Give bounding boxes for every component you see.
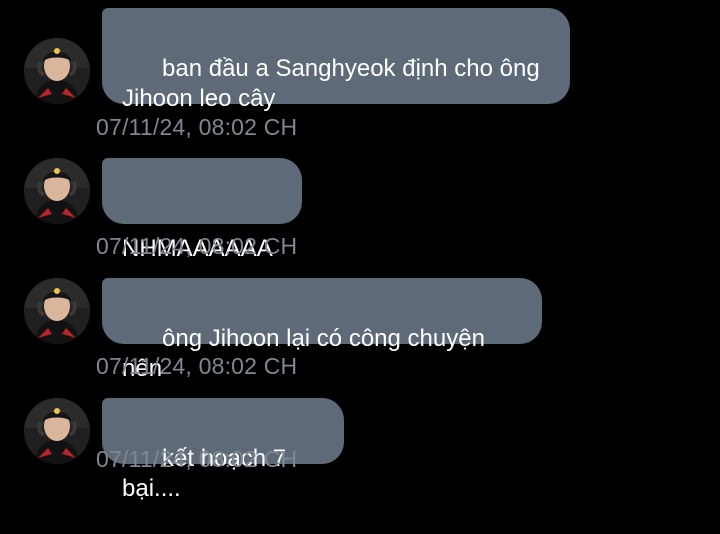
message-timestamp: 07/11/24, 08:02 CH bbox=[96, 114, 298, 140]
message-bubble[interactable]: ban đầu a Sanghyeok định cho ông Jihoon … bbox=[102, 8, 570, 112]
message-bubble[interactable]: ông Jihoon lại có công chuyện nên bbox=[102, 278, 542, 382]
message-timestamp: 07/11/24, 08:02 CH bbox=[96, 446, 298, 472]
message-timestamp: 07/11/24, 08:02 CH bbox=[96, 353, 298, 379]
user-avatar-icon[interactable] bbox=[24, 278, 90, 344]
chat-message-list: ban đầu a Sanghyeok định cho ông Jihoon … bbox=[0, 0, 720, 502]
message-timestamp: 07/11/24, 08:02 CH bbox=[96, 233, 298, 259]
user-avatar-icon[interactable] bbox=[24, 398, 90, 464]
message-bubble[interactable]: NHMAAAAAA bbox=[102, 158, 302, 262]
user-avatar-icon[interactable] bbox=[24, 38, 90, 104]
user-avatar-icon[interactable] bbox=[24, 158, 90, 224]
message-text: ban đầu a Sanghyeok định cho ông Jihoon … bbox=[122, 55, 540, 112]
